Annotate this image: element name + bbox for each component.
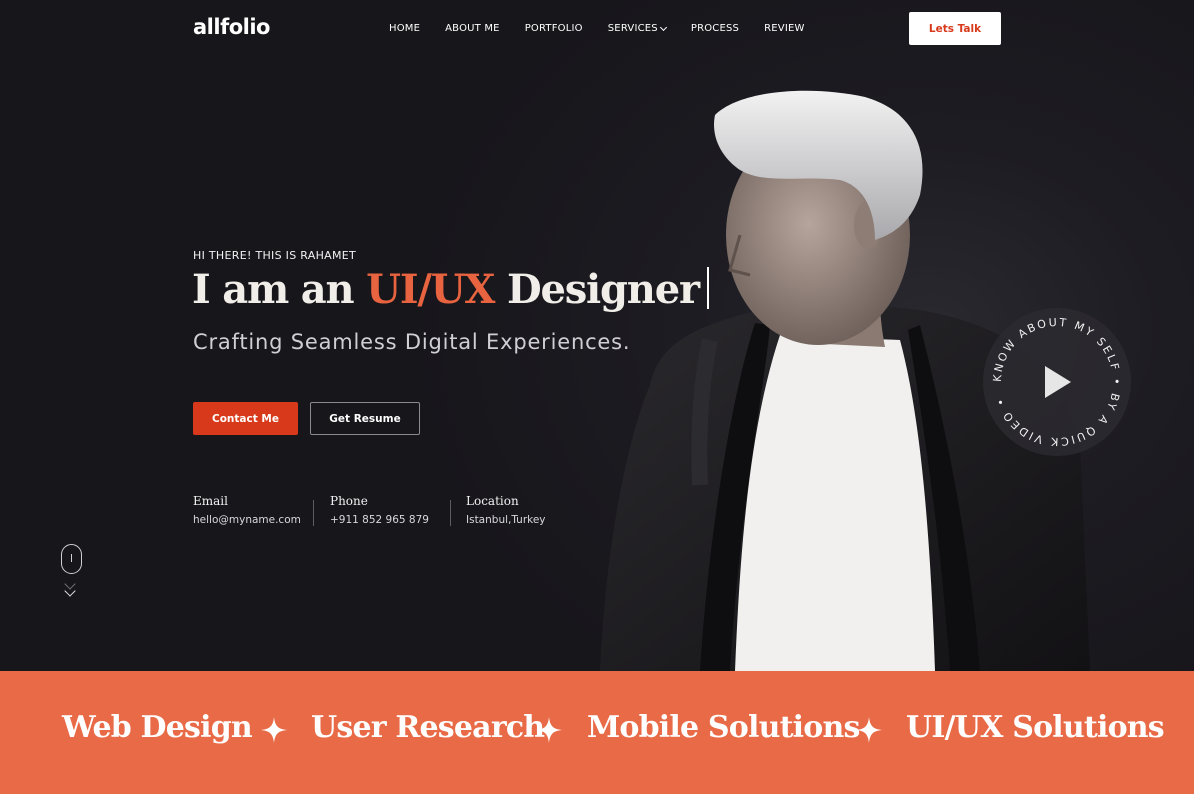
services-ticker: Web Design User Research Mobile Solution… bbox=[0, 671, 1194, 794]
mouse-scroll-icon[interactable] bbox=[61, 544, 82, 574]
scroll-down-chevrons-icon bbox=[64, 578, 76, 597]
nav-item-process[interactable]: PROCESS bbox=[691, 23, 739, 34]
ticker-item: Web Design bbox=[62, 710, 253, 745]
four-point-star-icon bbox=[856, 717, 882, 743]
hero-section: allfolio HOME ABOUT ME PORTFOLIO SERVICE… bbox=[0, 0, 1194, 671]
nav-item-label: ABOUT ME bbox=[445, 23, 500, 34]
ticker-item: User Research bbox=[311, 710, 545, 745]
four-point-star-icon bbox=[536, 717, 562, 743]
divider bbox=[450, 500, 451, 526]
contact-email: Email hello@myname.com bbox=[193, 494, 301, 526]
main-nav: HOME ABOUT ME PORTFOLIO SERVICES PROCESS… bbox=[389, 23, 830, 34]
nav-item-label: SERVICES bbox=[607, 23, 658, 34]
four-point-star-icon bbox=[261, 717, 287, 743]
location-value: Istanbul,Turkey bbox=[466, 514, 546, 526]
contact-me-button[interactable]: Contact Me bbox=[193, 402, 298, 435]
contact-label: Email bbox=[193, 494, 228, 508]
ticker-item: Mobile Solutions bbox=[587, 710, 860, 745]
phone-link[interactable]: +911 852 965 879 bbox=[330, 514, 429, 526]
nav-item-home[interactable]: HOME bbox=[389, 23, 420, 34]
email-link[interactable]: hello@myname.com bbox=[193, 514, 301, 526]
nav-item-label: REVIEW bbox=[764, 23, 805, 34]
nav-item-label: HOME bbox=[389, 23, 421, 34]
headline-prefix: I am an bbox=[192, 266, 367, 313]
chevron-down-icon bbox=[659, 23, 667, 31]
nav-item-about-me[interactable]: ABOUT ME bbox=[445, 23, 500, 34]
ticker-item: UI/UX Solutions bbox=[906, 710, 1165, 745]
brand-name: allfolio bbox=[193, 15, 270, 39]
nav-item-portfolio[interactable]: PORTFOLIO bbox=[525, 23, 583, 34]
get-resume-button[interactable]: Get Resume bbox=[310, 402, 420, 435]
headline-accent: UI/UX bbox=[366, 266, 495, 313]
nav-item-review[interactable]: REVIEW bbox=[764, 23, 804, 34]
lets-talk-button[interactable]: Lets Talk bbox=[909, 12, 1001, 45]
divider bbox=[313, 500, 314, 526]
hero-subheadline: Crafting Seamless Digital Experiences. bbox=[193, 330, 631, 354]
contact-location: Location Istanbul,Turkey bbox=[466, 494, 546, 526]
know-about-video-badge[interactable]: KNOW ABOUT MY SELF • BY A QUICK VIDEO • bbox=[982, 307, 1132, 457]
hero-greeting: HI THERE! THIS IS RAHAMET bbox=[193, 249, 357, 262]
contact-label: Phone bbox=[330, 494, 368, 508]
contact-phone: Phone +911 852 965 879 bbox=[330, 494, 429, 526]
contact-label: Location bbox=[466, 494, 519, 508]
nav-item-label: PORTFOLIO bbox=[524, 23, 583, 34]
brand-logo[interactable]: allfolio bbox=[193, 15, 270, 39]
nav-item-label: PROCESS bbox=[690, 23, 740, 34]
nav-item-services[interactable]: SERVICES bbox=[607, 23, 667, 34]
